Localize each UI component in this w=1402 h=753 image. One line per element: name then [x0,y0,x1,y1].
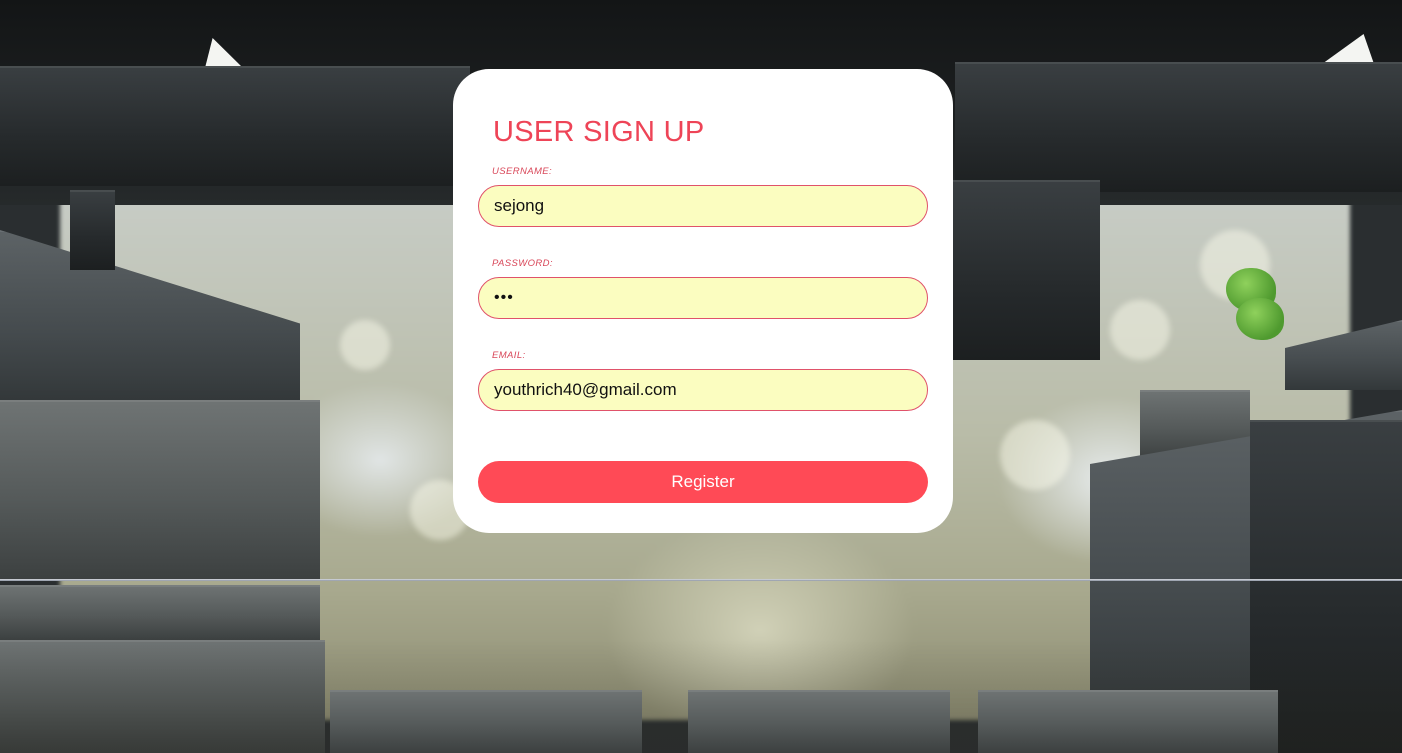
background-plank [0,66,470,186]
background-plank [955,62,1402,192]
horizontal-rule [0,579,1402,581]
password-input[interactable]: ••• [478,277,928,319]
plant-leaf [1236,298,1284,340]
register-button[interactable]: Register [478,461,928,503]
page-title: USER SIGN UP [493,116,705,148]
background-plank [70,190,115,270]
background-plank [950,180,1100,360]
email-input[interactable]: youthrich40@gmail.com [478,369,928,411]
username-label: USERNAME: [492,166,553,177]
bokeh-light [1000,420,1070,490]
background-plank [688,690,950,753]
email-label: EMAIL: [492,350,526,361]
page-background: USER SIGN UP USERNAME: sejong PASSWORD: … [0,0,1402,753]
background-plank [0,585,320,640]
background-plank [0,400,320,580]
background-plank [978,690,1278,753]
password-label: PASSWORD: [492,258,553,269]
username-input[interactable]: sejong [478,185,928,227]
bokeh-light [1110,300,1170,360]
bokeh-light [340,320,390,370]
signup-card: USER SIGN UP USERNAME: sejong PASSWORD: … [453,69,953,533]
background-plank [330,690,642,753]
